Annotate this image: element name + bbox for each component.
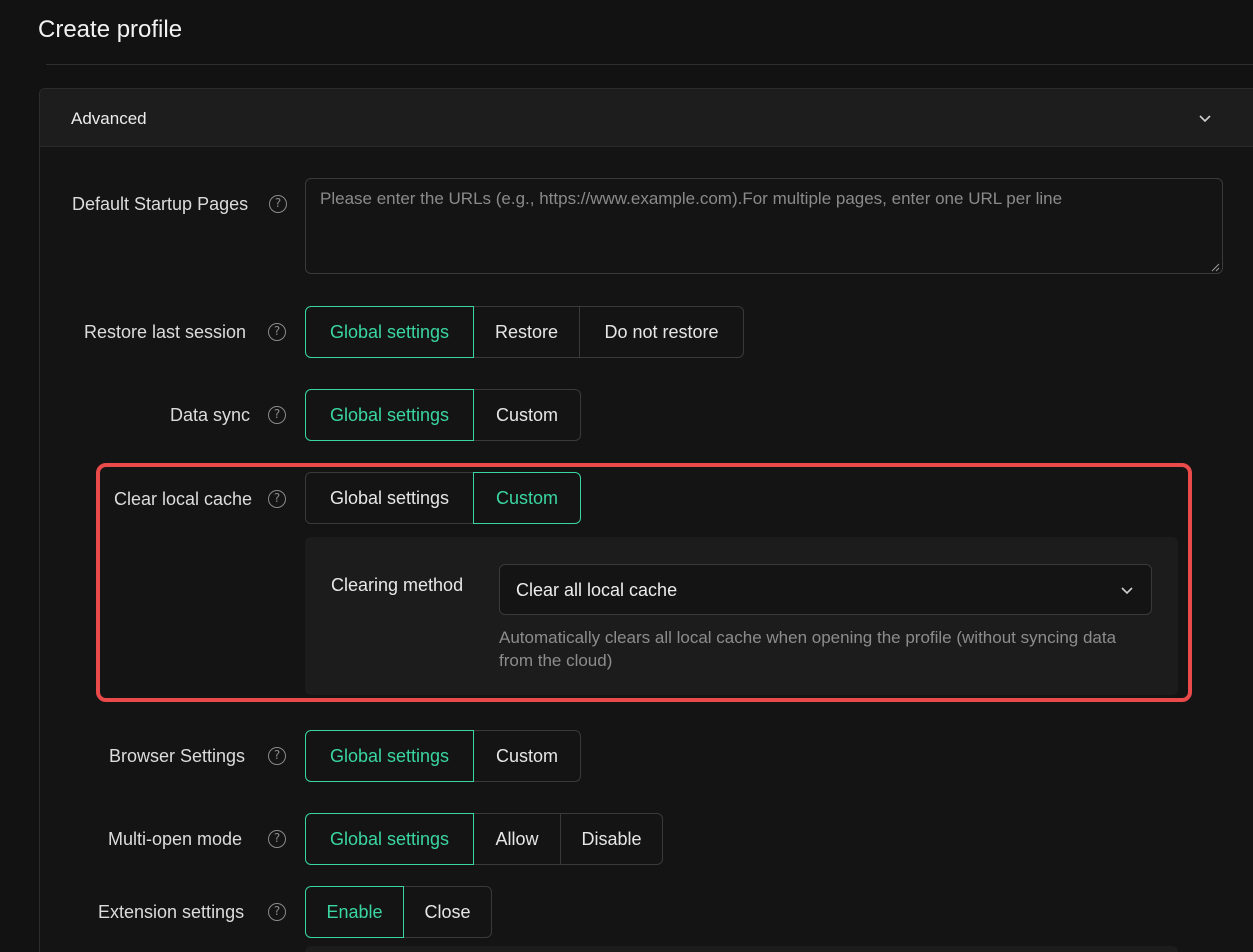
clear-cache-segmented: Global settings Custom [305,472,581,524]
help-icon[interactable]: ? [268,406,286,424]
help-icon[interactable]: ? [268,747,286,765]
clear-cache-option-global[interactable]: Global settings [305,472,474,524]
help-icon[interactable]: ? [268,903,286,921]
multi-open-option-disable[interactable]: Disable [560,813,663,865]
chevron-down-icon[interactable] [1198,111,1212,125]
clearing-method-value: Clear all local cache [516,580,678,600]
chevron-down-icon [1121,587,1133,595]
clearing-method-label: Clearing method [331,575,464,595]
clearing-method-select[interactable]: Clear all local cache [499,564,1152,615]
browser-settings-option-global[interactable]: Global settings [305,730,474,782]
startup-pages-label: Default Startup Pages [72,194,249,214]
restore-session-label: Restore last session [84,322,247,342]
browser-settings-label: Browser Settings [109,746,246,766]
data-sync-label: Data sync [170,405,251,425]
data-sync-option-custom[interactable]: Custom [473,389,581,441]
startup-pages-input[interactable] [305,178,1223,274]
clear-cache-option-custom[interactable]: Custom [473,472,581,524]
help-icon[interactable]: ? [268,830,286,848]
browser-settings-option-custom[interactable]: Custom [473,730,581,782]
extension-settings-label: Extension settings [98,902,245,922]
multi-open-segmented: Global settings Allow Disable [305,813,663,865]
title-divider [46,64,1253,65]
clearing-method-panel: Clearing method Clear all local cache Au… [305,537,1178,695]
multi-open-option-allow[interactable]: Allow [473,813,561,865]
extension-settings-option-enable[interactable]: Enable [305,886,404,938]
multi-open-option-global[interactable]: Global settings [305,813,474,865]
extension-subpanel-edge [305,946,1178,952]
clearing-method-help: Automatically clears all local cache whe… [499,628,1117,670]
browser-settings-segmented: Global settings Custom [305,730,581,782]
page-title: Create profile [38,16,183,43]
extension-settings-option-close[interactable]: Close [403,886,492,938]
data-sync-segmented: Global settings Custom [305,389,581,441]
advanced-panel-header[interactable]: Advanced [40,89,1253,147]
clear-cache-label: Clear local cache [114,489,253,509]
data-sync-option-global[interactable]: Global settings [305,389,474,441]
restore-session-option-restore[interactable]: Restore [473,306,580,358]
extension-settings-segmented: Enable Close [305,886,492,938]
help-icon[interactable]: ? [269,195,287,213]
multi-open-label: Multi-open mode [108,829,243,849]
help-icon[interactable]: ? [268,323,286,341]
restore-session-segmented: Global settings Restore Do not restore [305,306,744,358]
resize-grip-icon[interactable] [1210,262,1220,272]
advanced-panel-title: Advanced [71,109,147,128]
restore-session-option-do-not-restore[interactable]: Do not restore [579,306,744,358]
help-icon[interactable]: ? [268,490,286,508]
restore-session-option-global[interactable]: Global settings [305,306,474,358]
